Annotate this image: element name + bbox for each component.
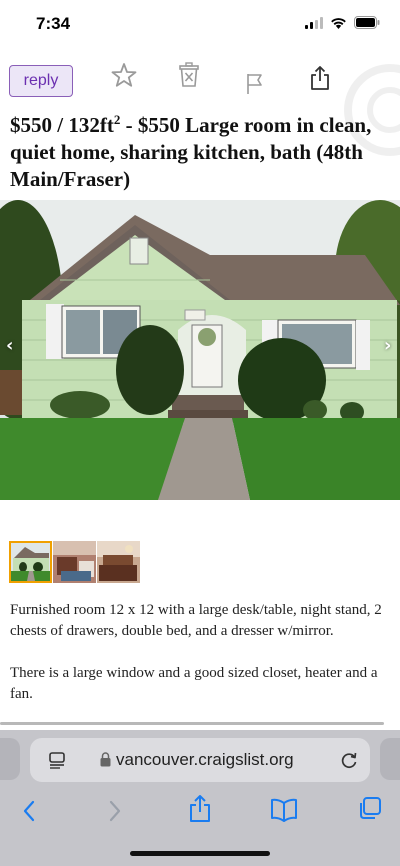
back-chevron-icon[interactable]	[22, 800, 36, 822]
reader-mode-icon[interactable]	[48, 751, 66, 769]
thumbnail-room-2[interactable]	[97, 541, 140, 583]
previous-tab-peek[interactable]	[0, 738, 20, 780]
status-bar: 7:34	[0, 0, 400, 50]
next-tab-peek[interactable]	[380, 738, 400, 780]
thumbnail-strip	[9, 541, 140, 583]
thumbnail-house[interactable]	[9, 541, 52, 583]
listing-photo[interactable]	[0, 200, 400, 500]
photo-prev-arrow[interactable]: ‹	[6, 335, 13, 356]
status-icons	[305, 16, 380, 29]
home-indicator[interactable]	[130, 851, 270, 856]
bookmarks-book-icon[interactable]	[270, 798, 298, 822]
tabs-overview-icon[interactable]	[356, 796, 382, 822]
wifi-icon	[331, 17, 346, 29]
title-main: $550 / 132ft	[10, 113, 114, 137]
share-icon[interactable]	[188, 794, 212, 824]
cellular-signal-icon	[305, 16, 323, 29]
status-time: 7:34	[36, 14, 71, 33]
browser-nav-row	[0, 792, 400, 832]
favorite-star-icon[interactable]	[111, 62, 137, 88]
lock-icon	[100, 752, 111, 767]
forward-chevron-icon	[109, 800, 121, 822]
scroll-divider	[0, 722, 384, 725]
share-icon[interactable]	[309, 65, 331, 91]
body-paragraph: Furnished room 12 x 12 with a large desk…	[10, 602, 382, 639]
reply-button[interactable]: reply	[9, 65, 73, 97]
url-text: vancouver.craigslist.org	[116, 750, 294, 769]
thumbnail-room-1[interactable]	[53, 541, 96, 583]
battery-icon	[354, 16, 380, 29]
hide-trash-icon[interactable]	[177, 62, 201, 88]
reload-icon[interactable]	[340, 750, 358, 770]
posting-body: Furnished room 12 x 12 with a large desk…	[10, 600, 390, 705]
body-paragraph: There is a large window and a good sized…	[10, 665, 378, 702]
posting-title: $550 / 132ft2 - $550 Large room in clean…	[10, 112, 390, 193]
address-bar[interactable]: vancouver.craigslist.org	[30, 738, 370, 782]
flag-icon[interactable]	[246, 73, 264, 95]
photo-next-arrow[interactable]: ›	[384, 335, 391, 356]
posting-toolbar: reply	[0, 62, 400, 102]
browser-bottom-bar: vancouver.craigslist.org	[0, 730, 400, 866]
